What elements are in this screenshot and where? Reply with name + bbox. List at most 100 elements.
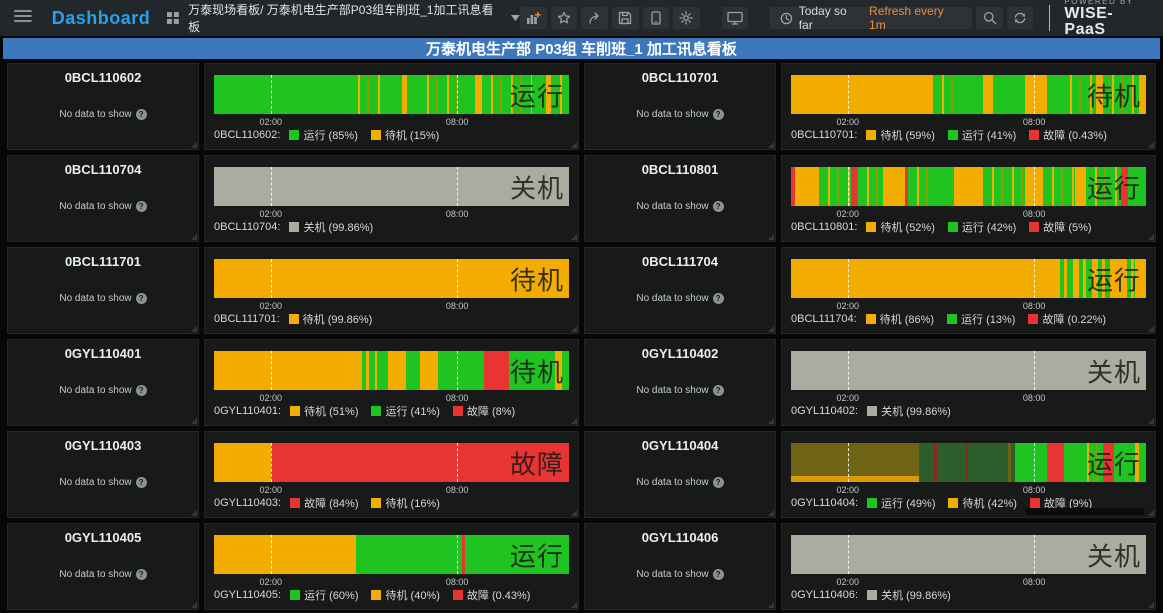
legend-entry[interactable]: 关机 (99.86%) [867, 587, 951, 603]
mobile-view-button[interactable] [643, 7, 670, 29]
machine-info-panel[interactable]: 0GYL110401No data to show? [7, 339, 199, 426]
panel-resize-handle[interactable] [768, 234, 774, 240]
add-panel-button[interactable] [520, 7, 547, 29]
panel-resize-handle[interactable] [768, 142, 774, 148]
legend-entry[interactable]: 待机 (16%) [371, 495, 439, 511]
machine-info-panel[interactable]: 0BCL111701No data to show? [7, 247, 199, 334]
machine-timeline-panel[interactable]: 待机02:0008:000GYL110401:待机 (51%)运行 (41%)故… [204, 339, 579, 426]
panel-resize-handle[interactable] [191, 142, 197, 148]
machine-timeline-panel[interactable]: 故障02:0008:000GYL110403:故障 (84%)待机 (16%) [204, 431, 579, 518]
machine-timeline-panel[interactable]: 运行02:0008:000GYL110405:运行 (60%)待机 (40%)故… [204, 523, 579, 610]
panel-resize-handle[interactable] [191, 510, 197, 516]
legend-entry[interactable]: 关机 (99.86%) [867, 403, 951, 419]
legend-label: 待机 (16%) [385, 495, 439, 511]
legend-entry[interactable]: 运行 (13%) [947, 311, 1015, 327]
machine-timeline-panel[interactable]: 关机02:0008:000BCL110704:关机 (99.86%) [204, 155, 579, 242]
panel-resize-handle[interactable] [768, 326, 774, 332]
machine-info-panel[interactable]: 0GYL110403No data to show? [7, 431, 199, 518]
legend-machine-id: 0BCL111704: [791, 313, 857, 325]
refresh-button[interactable] [1007, 7, 1034, 29]
panel-resize-handle[interactable] [571, 602, 577, 608]
machine-id-title: 0BCL110801 [642, 162, 719, 177]
legend-entry[interactable]: 待机 (86%) [866, 311, 934, 327]
panel-resize-handle[interactable] [571, 510, 577, 516]
dashboard-breadcrumb[interactable]: 万泰现场看板/ 万泰机电生产部P03组车削班_1加工讯息看板 [166, 1, 520, 35]
legend-entry[interactable]: 运行 (49%) [867, 495, 935, 511]
legend-entry[interactable]: 关机 (99.86%) [289, 219, 373, 235]
legend-entry[interactable]: 故障 (5%) [1029, 219, 1091, 235]
legend-entry[interactable]: 故障 (8%) [453, 403, 515, 419]
panel-resize-handle[interactable] [191, 602, 197, 608]
current-state-label: 运行 [510, 536, 564, 573]
panel-resize-handle[interactable] [768, 510, 774, 516]
legend-entry[interactable]: 运行 (41%) [948, 127, 1016, 143]
machine-info-panel[interactable]: 0BCL110801No data to show? [584, 155, 776, 242]
panel-resize-handle[interactable] [1148, 326, 1154, 332]
legend-entry[interactable]: 待机 (59%) [866, 127, 934, 143]
panel-resize-handle[interactable] [768, 418, 774, 424]
menu-icon[interactable] [14, 9, 34, 28]
legend-entry[interactable]: 运行 (42%) [948, 219, 1016, 235]
timeline-segment [214, 443, 271, 482]
search-button[interactable] [976, 7, 1003, 29]
app-logo[interactable]: Dashboard [52, 8, 151, 29]
timeline-segment [937, 167, 955, 206]
panel-resize-handle[interactable] [768, 602, 774, 608]
machine-id-title: 0GYL110403 [65, 438, 142, 453]
legend-entry[interactable]: 故障 (0.43%) [1029, 127, 1107, 143]
panel-resize-handle[interactable] [191, 326, 197, 332]
machine-info-panel[interactable]: 0GYL110405No data to show? [7, 523, 199, 610]
scrollbar-thumb[interactable] [1025, 508, 1145, 515]
panel-resize-handle[interactable] [191, 418, 197, 424]
machine-info-panel[interactable]: 0GYL110406No data to show? [584, 523, 776, 610]
legend-swatch [1030, 498, 1040, 508]
panel-resize-handle[interactable] [1148, 418, 1154, 424]
legend-entry[interactable]: 待机 (40%) [371, 587, 439, 603]
settings-button[interactable] [673, 7, 700, 29]
legend-entry[interactable]: 待机 (99.86%) [289, 311, 373, 327]
panel-resize-handle[interactable] [1148, 510, 1154, 516]
share-button[interactable] [581, 7, 608, 29]
save-button[interactable] [612, 7, 639, 29]
machine-timeline-panel[interactable]: 运行02:0008:000BCL110602:运行 (85%)待机 (15%) [204, 63, 579, 150]
machine-timeline-panel[interactable]: 待机02:0008:000BCL110701:待机 (59%)运行 (41%)故… [781, 63, 1156, 150]
machine-timeline-panel[interactable]: 关机02:0008:000GYL110402:关机 (99.86%) [781, 339, 1156, 426]
panel-resize-handle[interactable] [1148, 234, 1154, 240]
machine-info-panel[interactable]: 0BCL110701No data to show? [584, 63, 776, 150]
machine-timeline-panel[interactable]: 运行02:0008:000BCL111704:待机 (86%)运行 (13%)故… [781, 247, 1156, 334]
machine-info-panel[interactable]: 0GYL110402No data to show? [584, 339, 776, 426]
machine-info-panel[interactable]: 0BCL111704No data to show? [584, 247, 776, 334]
legend-entry[interactable]: 待机 (51%) [290, 403, 358, 419]
legend-entry[interactable]: 待机 (15%) [371, 127, 439, 143]
legend-entry[interactable]: 运行 (41%) [371, 403, 439, 419]
panel-resize-handle[interactable] [1148, 142, 1154, 148]
machine-timeline-panel[interactable]: 运行02:0008:000GYL110404:运行 (49%)待机 (42%)故… [781, 431, 1156, 518]
panel-resize-handle[interactable] [571, 326, 577, 332]
star-button[interactable] [551, 7, 578, 29]
legend-entry[interactable]: 故障 (0.43%) [453, 587, 531, 603]
machine-info-panel[interactable]: 0GYL110404No data to show? [584, 431, 776, 518]
machine-info-panel[interactable]: 0BCL110602No data to show? [7, 63, 199, 150]
machine-timeline-panel[interactable]: 关机02:0008:000GYL110406:关机 (99.86%) [781, 523, 1156, 610]
time-picker[interactable]: Today so far Refresh every 1m [770, 7, 972, 29]
panel-resize-handle[interactable] [571, 234, 577, 240]
legend-entry[interactable]: 故障 (84%) [290, 495, 358, 511]
legend-entry[interactable]: 运行 (60%) [290, 587, 358, 603]
legend-entry[interactable]: 故障 (0.22%) [1028, 311, 1106, 327]
no-data-message: No data to show? [59, 201, 146, 212]
legend-label: 故障 (5%) [1043, 219, 1091, 235]
legend-entry[interactable]: 运行 (85%) [289, 127, 357, 143]
panel-resize-handle[interactable] [191, 234, 197, 240]
machine-timeline-panel[interactable]: 运行02:0008:000BCL110801:待机 (52%)运行 (42%)故… [781, 155, 1156, 242]
timeline-segment [461, 75, 475, 114]
legend-entry[interactable]: 待机 (42%) [948, 495, 1016, 511]
machine-timeline-panel[interactable]: 待机02:0008:000BCL111701:待机 (99.86%) [204, 247, 579, 334]
dashboard-grid: 0BCL110602No data to show?运行02:0008:000B… [0, 59, 1163, 613]
tv-mode-button[interactable] [722, 7, 749, 29]
panel-resize-handle[interactable] [1148, 602, 1154, 608]
panel-resize-handle[interactable] [571, 142, 577, 148]
legend-entry[interactable]: 待机 (52%) [866, 219, 934, 235]
panel-resize-handle[interactable] [571, 418, 577, 424]
machine-info-panel[interactable]: 0BCL110704No data to show? [7, 155, 199, 242]
time-gridline [271, 75, 272, 114]
